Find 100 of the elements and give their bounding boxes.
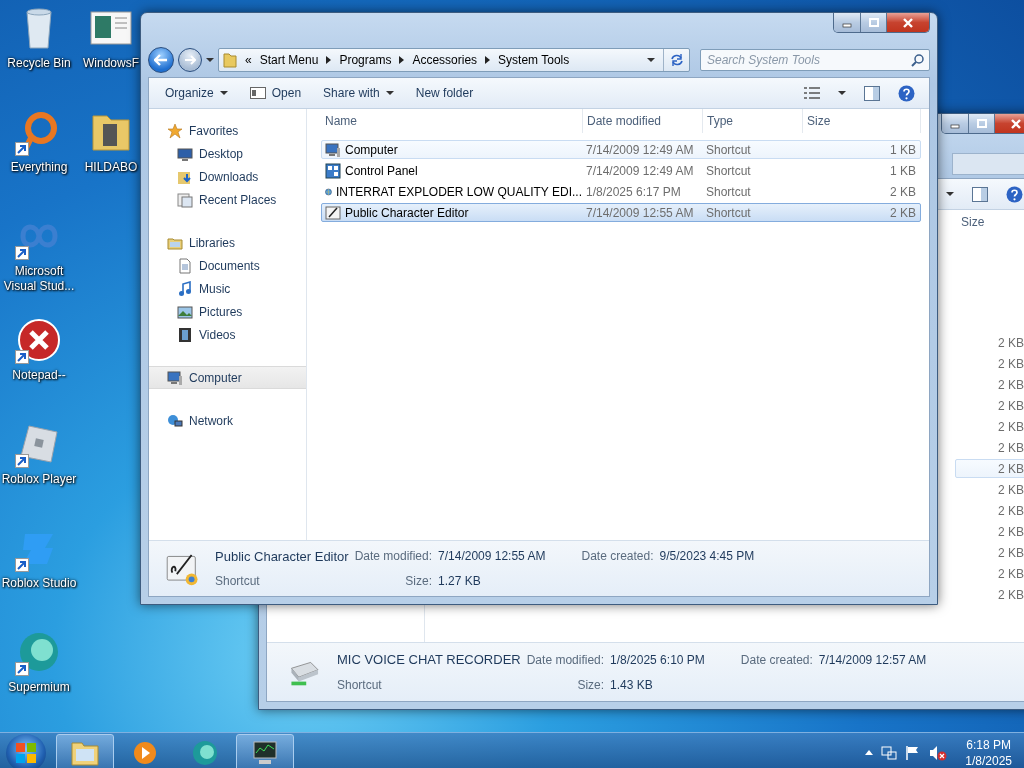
nav-item[interactable]: Documents xyxy=(149,254,306,277)
breadcrumb-overflow[interactable]: « xyxy=(245,53,252,67)
toolbar-button[interactable]: Open xyxy=(241,83,310,103)
nav-item[interactable]: Videos xyxy=(149,323,306,346)
type-cell-text: Shortcut xyxy=(705,205,752,220)
file-row[interactable]: 2 KB xyxy=(955,480,1024,499)
nav-item[interactable]: Music xyxy=(149,277,306,300)
breadcrumb[interactable]: Accessories xyxy=(412,53,478,67)
file-name: MIC VOICE CHAT RECORDER xyxy=(337,652,521,668)
file-row[interactable]: Computer 7/14/2009 12:49 AM Shortcut 1 KB xyxy=(321,140,921,159)
network-icon[interactable] xyxy=(881,745,898,761)
field-label: Size: xyxy=(404,574,433,589)
icon-label: Notepad-- xyxy=(12,368,66,383)
minimize-button[interactable] xyxy=(834,13,860,32)
desktop-shortcut[interactable]: HILDABO xyxy=(82,108,140,212)
close-button[interactable] xyxy=(886,13,929,32)
file-row[interactable]: INTERRAT EXPLODER LOW QUALITY EDI... 1/8/2025 6:17 PM Shortcut 2 KB xyxy=(321,182,921,201)
address-bar[interactable]: « Start Menu Programs Accessories System Tools xyxy=(218,48,690,72)
file-row[interactable]: 2 KB xyxy=(955,585,1024,604)
nav-item[interactable]: Computer xyxy=(149,366,306,389)
caret-icon xyxy=(946,191,954,197)
nav-item[interactable]: Pictures xyxy=(149,300,306,323)
file-row[interactable]: 2 KB xyxy=(955,522,1024,541)
file-row[interactable]: Public Character Editor 7/14/2009 12:55 AM Shortcut 2 KB xyxy=(321,203,921,222)
file-row[interactable]: 2 KB xyxy=(955,354,1024,373)
forward-button[interactable] xyxy=(178,48,202,72)
column-header[interactable]: Size xyxy=(803,109,921,133)
file-type: Shortcut xyxy=(337,677,383,692)
file-row[interactable]: 2 KB xyxy=(955,543,1024,562)
preview-pane-icon xyxy=(972,186,988,202)
nav-item[interactable]: Recent Places xyxy=(149,188,306,211)
nav-item[interactable]: Desktop xyxy=(149,142,306,165)
column-header[interactable]: Size xyxy=(957,210,1024,234)
volume-muted-icon[interactable] xyxy=(929,745,948,761)
desktop-shortcut[interactable]: Notepad-- xyxy=(0,316,78,420)
nav-item[interactable]: Favorites xyxy=(149,119,306,142)
desktop-shortcut[interactable]: Everything xyxy=(0,108,78,212)
icon-label: Everything xyxy=(10,160,68,175)
taskbar-button[interactable] xyxy=(236,734,294,768)
shortcut-arrow-icon xyxy=(15,454,29,468)
file-row[interactable]: 2 KB xyxy=(955,438,1024,457)
size-cell-text: 1 KB xyxy=(889,142,917,157)
desktop-shortcut[interactable]: Recycle Bin xyxy=(0,4,78,108)
column-header[interactable]: Type xyxy=(703,109,803,133)
pen-icon xyxy=(325,204,341,221)
file-row[interactable]: 2 KB xyxy=(955,396,1024,415)
network-icon xyxy=(167,412,183,429)
file-row[interactable]: 2 KB xyxy=(955,375,1024,394)
desktop-shortcut[interactable]: WindowsF xyxy=(82,4,140,108)
start-button[interactable] xyxy=(6,734,46,768)
file-row[interactable]: 2 KB xyxy=(955,459,1024,478)
search-icon xyxy=(911,53,924,67)
icon-label: Roblox Player xyxy=(1,472,77,487)
maximize-icon xyxy=(868,17,879,28)
caret-icon xyxy=(838,90,846,96)
folder-icon xyxy=(223,52,237,68)
column-header[interactable]: Name xyxy=(321,109,583,133)
column-header[interactable]: Date modified xyxy=(583,109,703,133)
breadcrumb[interactable]: Start Menu xyxy=(259,53,319,67)
nav-item[interactable]: Libraries xyxy=(149,231,306,254)
back-arrow-icon xyxy=(154,54,168,66)
toolbar-button[interactable]: New folder xyxy=(407,83,482,103)
icon-label: Microsoft Visual Stud... xyxy=(2,264,76,294)
tray-caret-icon[interactable] xyxy=(865,750,874,756)
close-icon xyxy=(903,17,913,28)
nav-item[interactable]: Network xyxy=(149,409,306,432)
breadcrumb[interactable]: System Tools xyxy=(498,53,570,67)
file-row[interactable]: 2 KB xyxy=(955,333,1024,352)
menu-button[interactable]: Organize xyxy=(157,83,236,103)
search-field[interactable]: Search System Tools xyxy=(700,49,930,71)
minimize-button[interactable] xyxy=(942,114,968,133)
field-label: Date created: xyxy=(740,652,813,667)
file-row[interactable]: 2 KB xyxy=(955,564,1024,583)
menu-button[interactable]: Share with xyxy=(315,83,402,103)
control-panel-icon xyxy=(325,162,341,179)
icon-label: Recycle Bin xyxy=(7,56,71,71)
back-button[interactable] xyxy=(148,47,174,73)
date-cell-text: 7/14/2009 12:49 AM xyxy=(585,142,695,157)
help-icon xyxy=(1006,185,1023,203)
file-row[interactable]: 2 KB xyxy=(955,417,1024,436)
maximize-button[interactable] xyxy=(968,114,994,133)
file-name: Control Panel xyxy=(345,163,418,178)
nav-item[interactable]: Downloads xyxy=(149,165,306,188)
clock[interactable]: 6:18 PM 1/8/2025 xyxy=(965,737,1012,768)
breadcrumb[interactable]: Programs xyxy=(339,53,392,67)
file-row[interactable]: 2 KB xyxy=(955,501,1024,520)
windows-logo-icon xyxy=(15,742,37,764)
field-label: Date modified: xyxy=(354,549,433,564)
forward-arrow-icon xyxy=(184,55,196,65)
file-type: Shortcut xyxy=(215,574,261,589)
orb-icon xyxy=(17,630,61,674)
type-cell-text: Shortcut xyxy=(705,184,752,199)
chevron-icon xyxy=(399,56,405,64)
file-row[interactable]: Control Panel 7/14/2009 12:49 AM Shortcut 1 KB xyxy=(321,161,921,180)
desktop-shortcut[interactable]: Microsoft Visual Stud... xyxy=(0,212,78,316)
maximize-button[interactable] xyxy=(860,13,886,32)
field-label: Date created: xyxy=(581,549,654,564)
file-name: Computer xyxy=(345,142,398,157)
shortcut-arrow-icon xyxy=(15,558,29,572)
field-value: 1.27 KB xyxy=(438,574,482,589)
